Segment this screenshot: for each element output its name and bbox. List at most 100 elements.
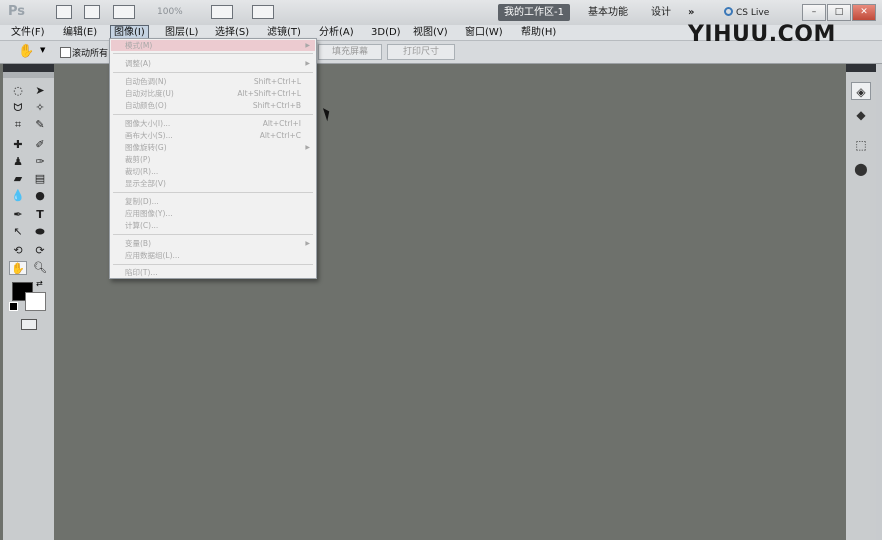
brush-tool-icon[interactable]: ✐ xyxy=(31,138,49,152)
move-tool-icon[interactable]: ➤ xyxy=(31,84,49,98)
menu-item-image-size[interactable]: 图像大小(I)... Alt+Ctrl+I xyxy=(111,118,315,129)
vertical-scrollbar[interactable] xyxy=(876,64,882,540)
blur-tool-icon[interactable]: 💧 xyxy=(9,189,27,203)
cs-live-icon xyxy=(724,7,733,16)
lasso-tool-icon[interactable]: ᗢ xyxy=(9,101,27,115)
hand-tool-icon[interactable]: ✋ xyxy=(9,261,27,275)
clone-stamp-tool-icon[interactable]: ♟ xyxy=(9,155,27,169)
layers-panel-icon[interactable]: ◆ xyxy=(851,106,871,124)
menu-item-adjustments[interactable]: 调整(A) ▶ xyxy=(111,58,315,69)
bridge-icon[interactable] xyxy=(56,5,72,19)
workspace-active-button[interactable]: 我的工作区-1 xyxy=(498,4,570,21)
shape-tool-icon[interactable]: ⬬ xyxy=(31,225,49,239)
menu-item-label: 应用数据组(L)... xyxy=(125,251,180,260)
menu-item-label: 显示全部(V) xyxy=(125,179,166,188)
menu-item-duplicate[interactable]: 复制(D)... xyxy=(111,196,315,207)
menu-item-calculations[interactable]: 计算(C)... xyxy=(111,220,315,231)
menu-item-label: 变量(B) xyxy=(125,239,151,248)
close-button[interactable]: ✕ xyxy=(852,4,876,21)
marquee-tool-icon[interactable]: ◌ xyxy=(9,84,27,98)
menu-item-variables[interactable]: 变量(B) ▶ xyxy=(111,238,315,249)
crop-tool-icon[interactable]: ⌗ xyxy=(9,118,27,132)
menu-item-image-rotation[interactable]: 图像旋转(G) ▶ xyxy=(111,142,315,153)
workspace-design-button[interactable]: 设计 xyxy=(645,4,677,21)
fill-screen-button[interactable]: 填充屏幕 xyxy=(318,44,382,60)
menu-item-label: 图像旋转(G) xyxy=(125,143,167,152)
menu-item-auto-color[interactable]: 自动颜色(O) Shift+Ctrl+B xyxy=(111,100,315,111)
menu-item-shortcut: Alt+Ctrl+I xyxy=(262,119,301,128)
cs-live-button[interactable]: CS Live xyxy=(718,4,775,21)
history-brush-tool-icon[interactable]: ✑ xyxy=(31,155,49,169)
submenu-arrow-icon: ▶ xyxy=(305,60,310,67)
menu-item-apply-data-set[interactable]: 应用数据组(L)... xyxy=(111,250,315,261)
quick-select-tool-icon[interactable]: ✧ xyxy=(31,101,49,115)
menu-item-canvas-size[interactable]: 画布大小(S)... Alt+Ctrl+C xyxy=(111,130,315,141)
navigator-panel-icon[interactable]: ◈ xyxy=(851,82,871,100)
menu-item-mode[interactable]: 模式(M) ▶ xyxy=(111,40,315,51)
dock-grip[interactable] xyxy=(846,64,876,72)
menu-window[interactable]: 窗口(W) xyxy=(462,26,506,39)
menu-edit[interactable]: 编辑(E) xyxy=(60,26,100,39)
default-colors-icon[interactable] xyxy=(9,302,18,311)
minimize-button[interactable]: – xyxy=(802,4,826,21)
tools-panel: ◌ ➤ ᗢ ✧ ⌗ ✎ ✚ ✐ ♟ ✑ ▰ ▤ 💧 ● ✒ T ↖ ⬬ ⟲ ⟳ … xyxy=(3,64,54,540)
print-size-button[interactable]: 打印尺寸 xyxy=(387,44,455,60)
scroll-all-checkbox[interactable] xyxy=(60,47,71,58)
menu-item-trim[interactable]: 裁切(R)... xyxy=(111,166,315,177)
healing-brush-tool-icon[interactable]: ✚ xyxy=(9,138,27,152)
menu-view[interactable]: 视图(V) xyxy=(410,26,451,39)
menu-item-label: 画布大小(S)... xyxy=(125,131,173,140)
3d-panel-icon[interactable]: ⬤ xyxy=(851,160,871,178)
menu-item-reveal-all[interactable]: 显示全部(V) xyxy=(111,178,315,189)
arrange-documents-icon[interactable] xyxy=(211,5,233,19)
mouse-pointer-icon xyxy=(322,106,333,122)
window-controls: – □ ✕ xyxy=(801,4,876,21)
submenu-arrow-icon: ▶ xyxy=(305,42,310,49)
menu-item-label: 复制(D)... xyxy=(125,197,159,206)
workspace-more-icon[interactable]: » xyxy=(682,4,700,21)
gradient-tool-icon[interactable]: ▤ xyxy=(31,172,49,186)
menu-item-crop[interactable]: 裁剪(P) xyxy=(111,154,315,165)
tool-preset-dropdown-icon[interactable]: ▼ xyxy=(40,46,45,54)
screen-mode-icon[interactable] xyxy=(252,5,274,19)
3d-rotate-tool-icon[interactable]: ⟲ xyxy=(9,244,27,258)
photoshop-logo: Ps xyxy=(8,4,26,19)
menu-item-auto-tone[interactable]: 自动色调(N) Shift+Ctrl+L xyxy=(111,76,315,87)
mini-bridge-icon[interactable] xyxy=(84,5,100,19)
menu-item-label: 自动颜色(O) xyxy=(125,101,167,110)
type-tool-icon[interactable]: T xyxy=(31,208,49,222)
menu-help[interactable]: 帮助(H) xyxy=(518,26,559,39)
menu-item-trap[interactable]: 陷印(T)... xyxy=(111,267,315,278)
workspace-basic-button[interactable]: 基本功能 xyxy=(582,4,634,21)
zoom-level[interactable]: 100% xyxy=(157,7,183,17)
menu-item-label: 陷印(T)... xyxy=(125,268,158,277)
menu-item-shortcut: Shift+Ctrl+L xyxy=(253,77,301,86)
dodge-tool-icon[interactable]: ● xyxy=(31,189,49,203)
restore-button[interactable]: □ xyxy=(827,4,851,21)
3d-orbit-tool-icon[interactable]: ⟳ xyxy=(31,244,49,258)
menu-item-auto-contrast[interactable]: 自动对比度(U) Alt+Shift+Ctrl+L xyxy=(111,88,315,99)
view-extras-icon[interactable] xyxy=(113,5,135,19)
menu-item-label: 自动色调(N) xyxy=(125,77,167,86)
menu-item-label: 裁剪(P) xyxy=(125,155,151,164)
background-color-swatch[interactable] xyxy=(25,292,46,311)
swap-colors-icon[interactable]: ⇄ xyxy=(36,279,43,288)
menu-item-label: 裁切(R)... xyxy=(125,167,159,176)
menu-analysis[interactable]: 分析(A) xyxy=(316,26,357,39)
menu-item-apply-image[interactable]: 应用图像(Y)... xyxy=(111,208,315,219)
panel-dock: ◈ ◆ ⬚ ⬤ xyxy=(846,64,876,540)
hand-tool-icon[interactable]: ✋ xyxy=(18,44,34,59)
transform-panel-icon[interactable]: ⬚ xyxy=(851,136,871,154)
menu-item-shortcut: Alt+Shift+Ctrl+L xyxy=(237,89,301,98)
menu-file[interactable]: 文件(F) xyxy=(8,26,48,39)
menu-item-shortcut: Alt+Ctrl+C xyxy=(259,131,301,140)
panel-grip[interactable] xyxy=(3,64,54,72)
zoom-tool-icon[interactable]: 🔍︎ xyxy=(31,261,49,275)
path-selection-tool-icon[interactable]: ↖ xyxy=(9,225,27,239)
pen-tool-icon[interactable]: ✒ xyxy=(9,208,27,222)
quick-mask-icon[interactable] xyxy=(21,319,37,330)
menu-item-label: 应用图像(Y)... xyxy=(125,209,173,218)
eraser-tool-icon[interactable]: ▰ xyxy=(9,172,27,186)
menu-3d[interactable]: 3D(D) xyxy=(368,26,404,39)
eyedropper-tool-icon[interactable]: ✎ xyxy=(31,118,49,132)
